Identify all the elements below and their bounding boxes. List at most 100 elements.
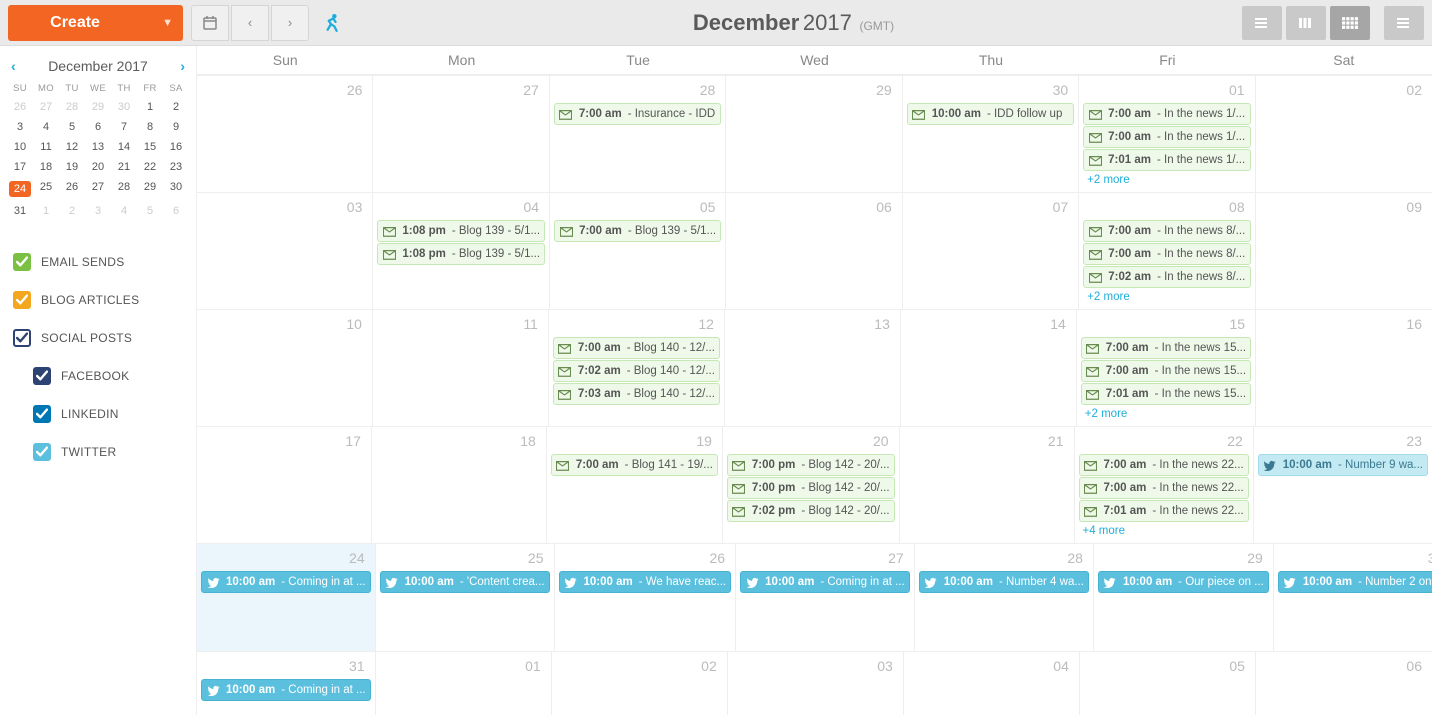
mini-day[interactable]: 11 xyxy=(33,137,59,157)
calendar-cell[interactable]: 06 xyxy=(1256,652,1432,715)
calendar-event[interactable]: 1:08 pm - Blog 139 - 5/1... xyxy=(377,220,545,242)
mini-day[interactable]: 30 xyxy=(163,177,189,201)
calendar-cell[interactable]: 02 xyxy=(552,652,728,715)
mini-day[interactable]: 3 xyxy=(7,117,33,137)
mini-day[interactable]: 22 xyxy=(137,157,163,177)
activity-icon[interactable] xyxy=(317,9,345,37)
calendar-event[interactable]: 7:00 am - In the news 8/... xyxy=(1083,220,1250,242)
calendar-cell[interactable]: 2610:00 am - We have reac... xyxy=(555,544,737,651)
calendar-cell[interactable]: 227:00 am - In the news 22...7:00 am - I… xyxy=(1075,427,1254,543)
mini-day[interactable]: 25 xyxy=(33,177,59,201)
calendar-cell[interactable]: 207:00 pm - Blog 142 - 20/...7:00 pm - B… xyxy=(723,427,900,543)
mini-day[interactable]: 7 xyxy=(111,117,137,137)
mini-day[interactable]: 14 xyxy=(111,137,137,157)
filter-facebook[interactable]: FACEBOOK xyxy=(33,357,191,395)
mini-prev[interactable]: ‹ xyxy=(11,58,16,74)
calendar-cell[interactable]: 02 xyxy=(1256,76,1432,192)
calendar-cell[interactable]: 087:00 am - In the news 8/...7:00 am - I… xyxy=(1079,193,1255,309)
mini-day[interactable]: 6 xyxy=(85,117,111,137)
mini-day[interactable]: 26 xyxy=(7,97,33,117)
calendar-cell[interactable]: 057:00 am - Blog 139 - 5/1... xyxy=(550,193,726,309)
calendar-event[interactable]: 7:00 am - In the news 1/... xyxy=(1083,103,1250,125)
calendar-cell[interactable]: 10 xyxy=(197,310,373,426)
mini-day[interactable]: 4 xyxy=(111,201,137,221)
create-button[interactable]: Create ▼ xyxy=(8,5,183,41)
mini-day[interactable]: 31 xyxy=(7,201,33,221)
calendar-event[interactable]: 10:00 am - IDD follow up xyxy=(907,103,1074,125)
calendar-event[interactable]: 7:00 am - In the news 15... xyxy=(1081,360,1251,382)
mini-day[interactable]: 5 xyxy=(59,117,85,137)
calendar-event[interactable]: 7:00 am - In the news 1/... xyxy=(1083,126,1250,148)
calendar-cell[interactable]: 04 xyxy=(904,652,1080,715)
view-day-button[interactable] xyxy=(1242,6,1282,40)
calendar-event[interactable]: 7:02 am - Blog 140 - 12/... xyxy=(553,360,720,382)
calendar-event[interactable]: 1:08 pm - Blog 139 - 5/1... xyxy=(377,243,545,265)
mini-day[interactable]: 18 xyxy=(33,157,59,177)
calendar-cell[interactable]: 3010:00 am - Number 2 on ... xyxy=(1274,544,1432,651)
calendar-cell[interactable]: 287:00 am - Insurance - IDD xyxy=(550,76,726,192)
mini-day[interactable]: 24 xyxy=(7,177,33,201)
calendar-event[interactable]: 7:02 am - In the news 8/... xyxy=(1083,266,1250,288)
calendar-event[interactable]: 7:02 pm - Blog 142 - 20/... xyxy=(727,500,895,522)
calendar-cell[interactable]: 16 xyxy=(1256,310,1432,426)
view-month-button[interactable] xyxy=(1330,6,1370,40)
calendar-cell[interactable]: 01 xyxy=(376,652,552,715)
calendar-cell[interactable]: 09 xyxy=(1256,193,1432,309)
calendar-cell[interactable]: 03 xyxy=(197,193,373,309)
mini-day[interactable]: 30 xyxy=(111,97,137,117)
more-link[interactable]: +2 more xyxy=(1081,289,1252,305)
mini-day[interactable]: 17 xyxy=(7,157,33,177)
calendar-event[interactable]: 7:00 am - In the news 22... xyxy=(1079,454,1249,476)
mini-day[interactable]: 10 xyxy=(7,137,33,157)
mini-day[interactable]: 15 xyxy=(137,137,163,157)
mini-day[interactable]: 6 xyxy=(163,201,189,221)
mini-day[interactable]: 2 xyxy=(163,97,189,117)
calendar-event[interactable]: 7:00 am - Blog 139 - 5/1... xyxy=(554,220,721,242)
filter-social[interactable]: SOCIAL POSTS xyxy=(13,319,191,357)
today-button[interactable] xyxy=(191,5,229,41)
calendar-cell[interactable]: 11 xyxy=(373,310,549,426)
filter-linkedin[interactable]: LINKEDIN xyxy=(33,395,191,433)
mini-day[interactable]: 8 xyxy=(137,117,163,137)
calendar-cell[interactable]: 3110:00 am - Coming in at ... xyxy=(197,652,376,715)
view-list-button[interactable] xyxy=(1384,6,1424,40)
calendar-event[interactable]: 7:01 am - In the news 22... xyxy=(1079,500,1249,522)
calendar-cell[interactable]: 127:00 am - Blog 140 - 12/...7:02 am - B… xyxy=(549,310,725,426)
filter-email[interactable]: EMAIL SENDS xyxy=(13,243,191,281)
calendar-event[interactable]: 10:00 am - Coming in at ... xyxy=(740,571,910,593)
calendar-event[interactable]: 7:00 am - In the news 8/... xyxy=(1083,243,1250,265)
calendar-cell[interactable]: 14 xyxy=(901,310,1077,426)
calendar-event[interactable]: 10:00 am - Number 2 on ... xyxy=(1278,571,1432,593)
calendar-cell[interactable]: 2510:00 am - 'Content crea... xyxy=(376,544,555,651)
mini-next[interactable]: › xyxy=(180,58,185,74)
calendar-cell[interactable]: 29 xyxy=(726,76,902,192)
calendar-cell[interactable]: 2910:00 am - Our piece on ... xyxy=(1094,544,1274,651)
calendar-cell[interactable]: 05 xyxy=(1080,652,1256,715)
calendar-event[interactable]: 7:00 am - Blog 141 - 19/... xyxy=(551,454,718,476)
mini-day[interactable]: 5 xyxy=(137,201,163,221)
calendar-cell[interactable]: 2710:00 am - Coming in at ... xyxy=(736,544,915,651)
calendar-cell[interactable]: 13 xyxy=(725,310,901,426)
more-link[interactable]: +2 more xyxy=(1081,172,1252,188)
calendar-cell[interactable]: 2310:00 am - Number 9 wa... xyxy=(1254,427,1432,543)
next-button[interactable]: › xyxy=(271,5,309,41)
calendar-event[interactable]: 10:00 am - Coming in at ... xyxy=(201,679,371,701)
mini-day[interactable]: 21 xyxy=(111,157,137,177)
calendar-cell[interactable]: 21 xyxy=(900,427,1075,543)
mini-day[interactable]: 2 xyxy=(59,201,85,221)
calendar-event[interactable]: 7:00 am - Insurance - IDD xyxy=(554,103,721,125)
mini-day[interactable]: 19 xyxy=(59,157,85,177)
calendar-event[interactable]: 10:00 am - Our piece on ... xyxy=(1098,571,1269,593)
filter-twitter[interactable]: TWITTER xyxy=(33,433,191,471)
mini-day[interactable]: 13 xyxy=(85,137,111,157)
calendar-event[interactable]: 10:00 am - 'Content crea... xyxy=(380,571,550,593)
mini-day[interactable]: 4 xyxy=(33,117,59,137)
calendar-cell[interactable]: 18 xyxy=(372,427,547,543)
calendar-cell[interactable]: 017:00 am - In the news 1/...7:00 am - I… xyxy=(1079,76,1255,192)
calendar-cell[interactable]: 06 xyxy=(726,193,902,309)
mini-day[interactable]: 29 xyxy=(85,97,111,117)
calendar-cell[interactable]: 157:00 am - In the news 15...7:00 am - I… xyxy=(1077,310,1256,426)
calendar-event[interactable]: 10:00 am - Number 9 wa... xyxy=(1258,454,1428,476)
calendar-event[interactable]: 7:01 am - In the news 1/... xyxy=(1083,149,1250,171)
calendar-event[interactable]: 7:00 am - In the news 22... xyxy=(1079,477,1249,499)
